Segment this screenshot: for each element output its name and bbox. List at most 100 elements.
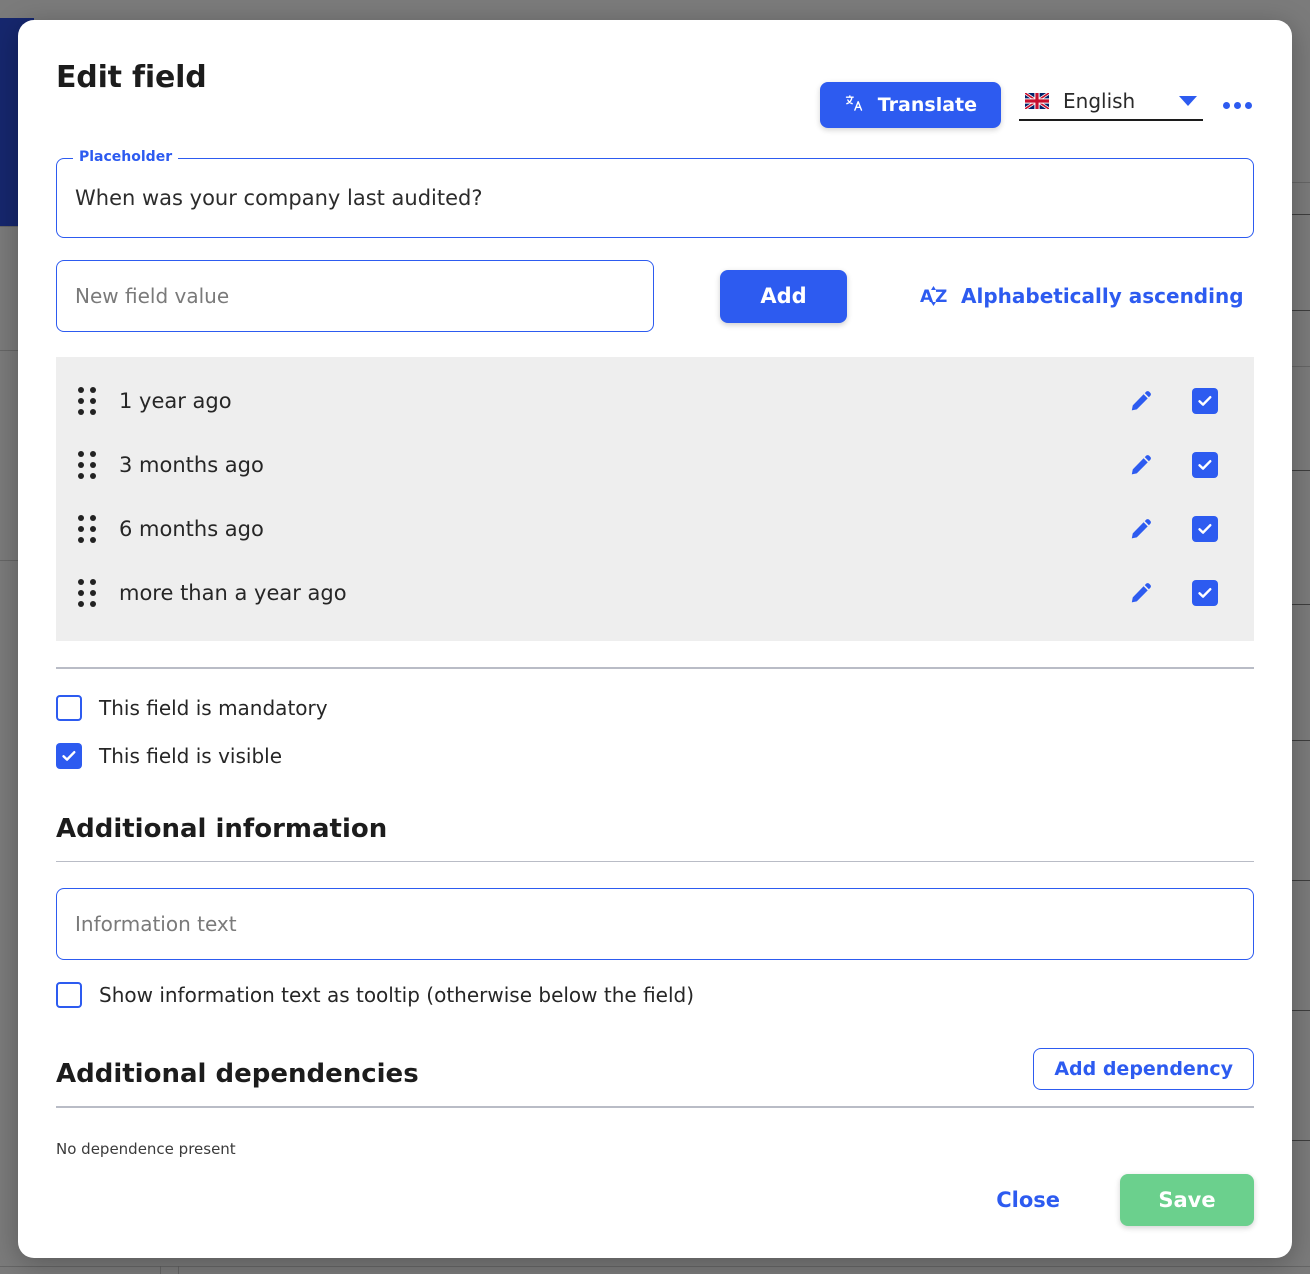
tooltip-checkbox[interactable] xyxy=(56,982,82,1009)
information-text-input[interactable] xyxy=(56,888,1254,961)
drag-handle-icon[interactable] xyxy=(78,579,96,607)
drag-dot xyxy=(90,451,96,457)
page-title: Edit field xyxy=(56,60,207,95)
translate-button[interactable]: Translate xyxy=(819,82,1001,128)
add-button[interactable]: Add xyxy=(720,269,847,323)
drag-dot xyxy=(78,409,84,415)
placeholder-field[interactable]: Placeholder When was your company last a… xyxy=(56,149,1254,238)
visible-checkbox-label: This field is visible xyxy=(99,743,282,768)
sort-button-label: Alphabetically ascending xyxy=(961,284,1244,308)
drag-dot xyxy=(90,462,96,468)
drag-handle-icon[interactable] xyxy=(78,515,96,543)
modal-header: Edit field Translate English xyxy=(56,20,1254,128)
drag-dot xyxy=(78,398,84,404)
pencil-icon[interactable] xyxy=(1128,452,1154,478)
edit-field-modal: Edit field Translate English Placeholder… xyxy=(18,20,1292,1258)
add-option-row: Add A Z Alphabetically ascending xyxy=(56,260,1254,332)
placeholder-field-value: When was your company last audited? xyxy=(75,186,483,210)
add-dependency-button[interactable]: Add dependency xyxy=(1033,1048,1254,1091)
chevron-down-icon[interactable] xyxy=(1179,96,1197,106)
divider xyxy=(56,667,1254,669)
new-field-value-input[interactable] xyxy=(56,260,654,332)
mandatory-checkbox[interactable] xyxy=(56,694,82,721)
sort-alphabetically-button[interactable]: A Z Alphabetically ascending xyxy=(920,283,1244,309)
language-select-value: English xyxy=(1063,89,1136,113)
check-icon xyxy=(1198,396,1212,406)
check-icon xyxy=(1198,524,1212,534)
option-label: more than a year ago xyxy=(119,581,347,605)
additional-dependencies-header: Additional dependencies Add dependency xyxy=(56,1048,1254,1091)
backdrop-rule xyxy=(0,1266,1310,1267)
option-row: 1 year ago xyxy=(56,369,1254,433)
option-row: 6 months ago xyxy=(56,497,1254,561)
backdrop-rule xyxy=(1292,182,1310,183)
drag-dot xyxy=(90,409,96,415)
backdrop-rule xyxy=(1292,310,1310,311)
drag-dot xyxy=(78,462,84,468)
drag-dot xyxy=(78,579,84,585)
drag-dot xyxy=(90,515,96,521)
option-checkbox[interactable] xyxy=(1192,452,1218,478)
option-label: 1 year ago xyxy=(119,389,232,413)
uk-flag-icon xyxy=(1025,93,1049,109)
backdrop-rule xyxy=(1292,214,1310,215)
drag-dot xyxy=(78,451,84,457)
pencil-icon[interactable] xyxy=(1128,516,1154,542)
pencil-icon[interactable] xyxy=(1128,388,1154,414)
option-actions xyxy=(1128,580,1236,606)
backdrop-rule xyxy=(1292,604,1310,605)
backdrop-rule xyxy=(1292,880,1310,881)
language-select[interactable]: English xyxy=(1019,89,1203,121)
drag-dot xyxy=(90,579,96,585)
translate-icon xyxy=(844,93,864,117)
drag-dot xyxy=(90,601,96,607)
option-label: 3 months ago xyxy=(119,453,264,477)
drag-dot xyxy=(90,526,96,532)
modal-footer: Close Save xyxy=(994,1174,1254,1226)
additional-dependencies-heading: Additional dependencies xyxy=(56,1059,419,1089)
check-icon xyxy=(62,750,76,761)
drag-handle-icon[interactable] xyxy=(78,451,96,479)
save-button[interactable]: Save xyxy=(1120,1174,1254,1226)
drag-dot xyxy=(78,601,84,607)
option-checkbox[interactable] xyxy=(1192,580,1218,606)
divider xyxy=(56,1106,1254,1108)
pencil-icon[interactable] xyxy=(1128,580,1154,606)
header-actions: Translate English xyxy=(819,82,1254,128)
option-label: 6 months ago xyxy=(119,517,264,541)
backdrop-rule xyxy=(1292,1010,1310,1011)
mandatory-checkbox-row[interactable]: This field is mandatory xyxy=(56,694,1254,721)
backdrop-vrule xyxy=(178,1266,179,1274)
drag-dot xyxy=(90,537,96,543)
drag-handle-icon[interactable] xyxy=(78,387,96,415)
drag-dot xyxy=(90,387,96,393)
option-actions xyxy=(1128,516,1236,542)
backdrop-rule xyxy=(1292,1140,1310,1141)
translate-button-label: Translate xyxy=(877,94,977,116)
tooltip-checkbox-row[interactable]: Show information text as tooltip (otherw… xyxy=(56,982,1254,1009)
drag-dot xyxy=(78,515,84,521)
tooltip-checkbox-label: Show information text as tooltip (otherw… xyxy=(99,983,695,1008)
drag-dot xyxy=(78,537,84,543)
divider xyxy=(56,860,1254,863)
drag-dot xyxy=(78,526,84,532)
drag-dot xyxy=(78,387,84,393)
visible-checkbox[interactable] xyxy=(56,742,82,769)
check-icon xyxy=(1198,588,1212,598)
kebab-menu-icon[interactable] xyxy=(1221,92,1254,119)
drag-dot xyxy=(90,473,96,479)
placeholder-field-legend: Placeholder xyxy=(73,149,179,165)
option-actions xyxy=(1128,452,1236,478)
drag-dot xyxy=(90,398,96,404)
drag-dot xyxy=(78,590,84,596)
option-actions xyxy=(1128,388,1236,414)
close-button[interactable]: Close xyxy=(994,1182,1062,1218)
no-dependencies-text: No dependence present xyxy=(56,1139,236,1158)
additional-information-heading: Additional information xyxy=(56,813,388,844)
option-checkbox[interactable] xyxy=(1192,388,1218,414)
option-row: 3 months ago xyxy=(56,433,1254,497)
drag-dot xyxy=(90,590,96,596)
kebab-dot xyxy=(1234,101,1241,109)
visible-checkbox-row[interactable]: This field is visible xyxy=(56,742,1254,769)
option-checkbox[interactable] xyxy=(1192,516,1218,542)
